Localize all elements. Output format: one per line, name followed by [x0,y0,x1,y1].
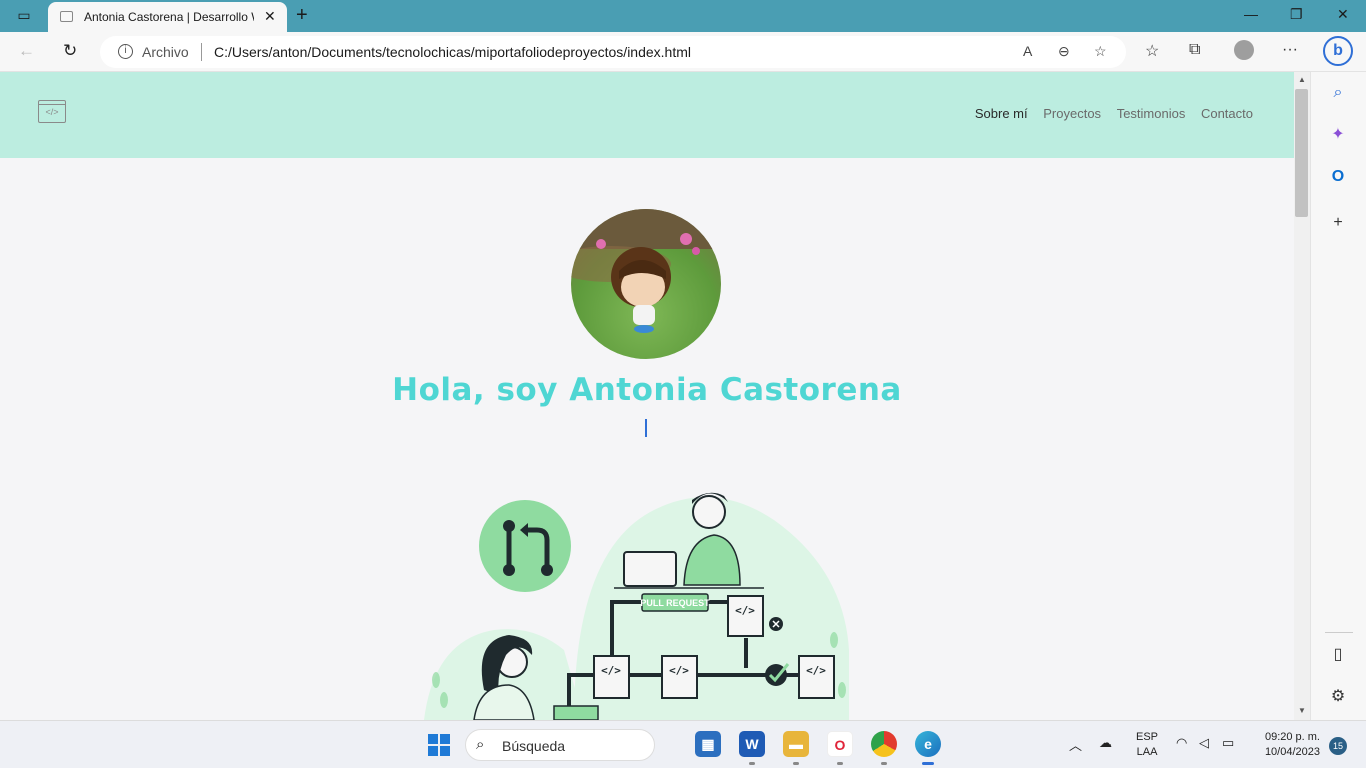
address-divider [201,43,202,61]
volume-icon[interactable]: ◁ [1199,735,1209,751]
sidebar-hide-icon[interactable]: ▯ [1327,644,1349,666]
page-viewport: </> Sobre mí Proyectos Testimonios Conta… [0,72,1294,720]
profile-photo [571,209,721,359]
edge-sidebar: ⌕ ✦ O + ▯ ⚙ [1310,72,1366,720]
taskbar-search[interactable]: ⌕ Búsqueda [465,729,655,761]
store-app-icon[interactable]: ▦ [695,731,721,757]
read-aloud-icon[interactable]: A [1023,43,1032,59]
nav-proyectos[interactable]: Proyectos [1043,106,1101,121]
typing-caret [645,419,647,437]
nav-testimonios[interactable]: Testimonios [1117,106,1186,121]
clock[interactable]: 09:20 p. m. 10/04/2023 [1252,730,1320,760]
nav-sobre-mi[interactable]: Sobre mí [975,106,1028,121]
page-scrollbar[interactable]: ▲ ▼ [1294,72,1310,720]
file-explorer-icon[interactable]: ▬ [783,731,809,757]
sidebar-add-icon[interactable]: + [1327,212,1349,234]
address-bar-row: ← ↻ i Archivo C:/Users/anton/Documents/t… [0,32,1366,72]
keyboard-layout: LAA [1136,746,1158,758]
opera-running-indicator [837,762,843,765]
clock-time: 09:20 p. m. [1264,731,1320,743]
search-placeholder: Búsqueda [502,738,566,754]
collections-icon[interactable]: ⧉ [1189,41,1200,59]
svg-text:</>: </> [669,664,689,677]
svg-text:</>: </> [735,604,755,617]
battery-icon[interactable]: ▭ [1222,735,1234,751]
site-nav: Sobre mí Proyectos Testimonios Contacto [963,106,1253,121]
profile-avatar[interactable] [1234,40,1254,60]
page-favicon-icon [60,11,73,22]
tab-title: Antonia Castorena | Desarrollo W [84,10,254,24]
new-tab-icon[interactable]: + [296,4,308,27]
more-menu-icon[interactable]: ··· [1282,41,1298,59]
browser-tab[interactable]: Antonia Castorena | Desarrollo W ✕ [48,2,287,32]
back-icon[interactable]: ← [18,41,35,61]
refresh-icon[interactable]: ↻ [63,41,77,61]
windows-start-icon[interactable] [428,734,450,756]
info-icon[interactable]: i [118,44,133,59]
windows-taskbar: ⌕ Búsqueda ▦ W ▬ O e ︿ ☁ ESP LAA ◠ ◁ ▭ 0… [0,720,1366,768]
tray-overflow-icon[interactable]: ︿ [1069,735,1082,754]
close-window-icon[interactable]: ✕ [1337,6,1349,23]
site-header: </> Sobre mí Proyectos Testimonios Conta… [0,72,1294,158]
language-code: ESP [1136,731,1159,743]
code-logo-icon[interactable]: </> [38,100,66,123]
url-text[interactable]: C:/Users/anton/Documents/tecnolochicas/m… [214,44,691,60]
notification-badge[interactable]: 15 [1329,737,1347,755]
wifi-icon[interactable]: ◠ [1176,735,1187,751]
svg-text:</>: </> [806,664,826,677]
edge-app-icon[interactable]: e [915,731,941,757]
search-icon: ⌕ [476,736,485,753]
sidebar-settings-icon[interactable]: ⚙ [1327,686,1349,708]
zoom-icon[interactable]: ⊖ [1058,43,1070,60]
input-language[interactable]: ESP LAA [1136,730,1158,760]
logo-glyph: </> [45,107,59,117]
address-prefix: Archivo [142,44,189,60]
nav-contacto[interactable]: Contacto [1201,106,1253,121]
svg-text:</>: </> [601,664,621,677]
minimize-icon[interactable]: — [1244,6,1258,22]
close-tab-icon[interactable]: ✕ [264,8,276,25]
restore-icon[interactable]: ❐ [1290,6,1303,23]
bing-chat-icon[interactable]: b [1323,36,1353,66]
word-app-icon[interactable]: W [739,731,765,757]
chrome-running-indicator [881,762,887,765]
opera-app-icon[interactable]: O [827,731,853,757]
add-favorite-icon[interactable]: ☆ [1094,43,1107,60]
favorites-icon[interactable]: ☆ [1145,41,1159,61]
sidebar-divider [1325,632,1353,633]
scroll-down-icon[interactable]: ▼ [1298,706,1306,715]
edge-active-indicator [922,762,934,765]
sidebar-copilot-icon[interactable]: ✦ [1327,124,1349,146]
clock-date: 10/04/2023 [1264,746,1320,758]
address-bar[interactable]: i Archivo C:/Users/anton/Documents/tecno… [100,36,1126,68]
pull-request-label: PULL REQUEST [640,598,710,608]
browser-tab-bar: ▭ Antonia Castorena | Desarrollo W ✕ + —… [0,0,1366,32]
pull-request-illustration: PULL REQUEST </> </> </> </> [424,492,849,720]
explorer-running-indicator [793,762,799,765]
scroll-up-icon[interactable]: ▲ [1298,75,1306,84]
sidebar-search-icon[interactable]: ⌕ [1327,82,1349,104]
tab-actions-icon[interactable]: ▭ [14,7,34,25]
word-running-indicator [749,762,755,765]
scrollbar-thumb[interactable] [1295,89,1308,217]
sidebar-outlook-icon[interactable]: O [1327,166,1349,188]
hero-heading: Hola, soy Antonia Castorena [392,372,902,408]
chrome-app-icon[interactable] [871,731,897,757]
onedrive-icon[interactable]: ☁ [1099,735,1112,751]
